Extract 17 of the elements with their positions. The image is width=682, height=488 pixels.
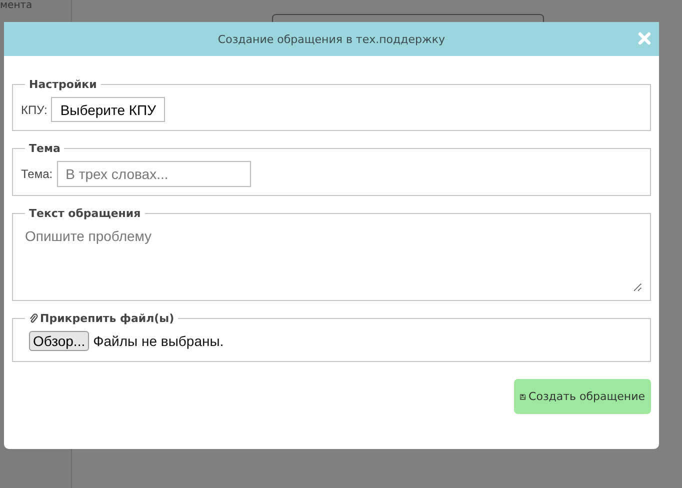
section-legend: Прикрепить файл(ы): [25, 312, 178, 325]
field-label: КПУ:: [21, 102, 48, 116]
dialog-title: Создание обращения в тех.поддержку: [218, 32, 446, 46]
save-icon: [520, 392, 526, 402]
section-legend: Тема: [25, 142, 64, 155]
paperclip-icon: [29, 313, 38, 324]
browse-button[interactable]: Обзор...: [29, 331, 90, 351]
message-field[interactable]: Текст обращения Опишите проблему: [12, 207, 651, 301]
section-legend: Текст обращения: [25, 207, 145, 220]
close-icon[interactable]: [638, 32, 651, 45]
kpu-select[interactable]: Выберите КПУ: [51, 97, 166, 122]
field-label: Тема:: [21, 167, 53, 181]
subject-field[interactable]: В трех словах...: [56, 161, 251, 187]
sidebar-text: мента: [0, 0, 34, 12]
create-request-button[interactable]: Создать обращение: [514, 379, 651, 414]
file-status: Файлы не выбраны.: [93, 333, 224, 349]
section-legend: Настройки: [25, 78, 101, 91]
